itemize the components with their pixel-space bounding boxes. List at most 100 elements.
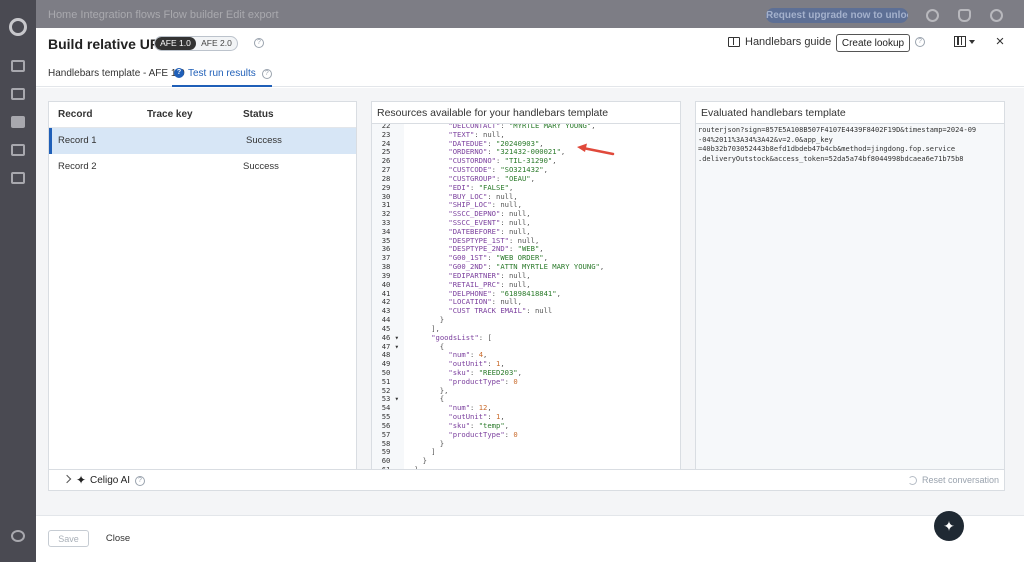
line-number: 38 (381, 262, 399, 272)
close-icon[interactable]: × (994, 34, 1006, 49)
json-code-editor[interactable]: 22 "DELCONTACT": "MYRTLE MARY YOUNG", 23 … (372, 124, 680, 475)
code-text: "DATEDUE": "20240903", (448, 138, 544, 148)
code-line: 46 ▾ "goodsList": [ (372, 333, 680, 342)
evaluated-output[interactable]: routerjson?sign=857E5A108B507F4107E4439F… (696, 124, 1004, 475)
code-line: 34 "DATEBEFORE": null, (372, 226, 680, 236)
line-number: 24 (381, 138, 399, 148)
line-number: 28 (381, 173, 399, 183)
tab-test-run-results[interactable]: ? Test run results ? (172, 68, 272, 87)
celigo-logo-icon (9, 18, 27, 36)
help-icon[interactable]: ? (261, 69, 272, 79)
record-name: Record 2 (58, 161, 97, 172)
handlebars-guide-link[interactable]: Handlebars guide (728, 36, 831, 48)
code-text: ], (431, 323, 440, 333)
save-button[interactable]: Save (48, 530, 89, 547)
celigo-ai-bar[interactable]: ✦ Celigo AI ? Reset conversation (48, 469, 1005, 491)
table-row[interactable]: Record 2 Success (49, 154, 356, 180)
line-number: 47 ▾ (381, 341, 399, 351)
code-text: "EDI": "FALSE", (448, 182, 514, 192)
help-icon[interactable]: ? (135, 476, 145, 486)
code-text: "CUSTGROUP": "OEAU", (448, 173, 535, 183)
line-number: 50 (381, 367, 399, 377)
code-line: 58 } (372, 439, 680, 448)
record-status: Success (243, 161, 279, 172)
code-line: 57 "productType": 0 (372, 429, 680, 439)
reset-conversation-button[interactable]: Reset conversation (908, 475, 999, 485)
tools-icon (11, 88, 25, 100)
code-line: 48 "num": 4, (372, 350, 680, 359)
code-text: { (439, 394, 445, 404)
code-line: 31 "SHIP_LOC": null, (372, 200, 680, 210)
line-number: 44 (381, 315, 399, 325)
code-text: "productType": 0 (448, 429, 518, 439)
line-number: 23 (381, 129, 399, 139)
line-number: 33 (381, 218, 399, 228)
line-number: 51 (381, 376, 399, 386)
line-number: 59 (381, 447, 399, 457)
tab-label: Handlebars template - AFE 1.0 (48, 68, 185, 79)
help-icon[interactable]: ? (254, 38, 264, 48)
code-text: "LOCATION": null, (448, 297, 522, 307)
table-row[interactable]: Record 1 Success (49, 128, 356, 154)
lookup-help-icon[interactable]: ? (915, 37, 925, 47)
ai-assistant-sparkle-icon[interactable]: ✦ (934, 511, 964, 541)
line-number: 43 (381, 306, 399, 316)
resources-panel: Resources available for your handlebars … (371, 101, 681, 476)
line-number: 37 (381, 253, 399, 263)
layout-menu-button[interactable] (954, 36, 975, 47)
code-line: 53 ▾ { (372, 394, 680, 404)
flows-icon (11, 116, 25, 128)
tab-label: Test run results (188, 68, 256, 79)
line-number: 35 (381, 235, 399, 245)
code-text: "SHIP_LOC": null, (448, 200, 522, 210)
code-line: 45 ], (372, 323, 680, 333)
record-name: Record 1 (58, 135, 97, 146)
code-text: "SSCC_EVENT": null, (448, 218, 531, 228)
columns-layout-icon (954, 36, 966, 47)
column-header-trace-key: Trace key (147, 109, 193, 120)
line-number: 41 (381, 288, 399, 298)
code-line: 56 "sku": "temp", (372, 420, 680, 430)
afe-2-option[interactable]: AFE 2.0 (196, 37, 237, 50)
record-status: Success (246, 135, 282, 146)
info-icon: ? (174, 68, 184, 78)
expand-nav-icon (11, 530, 25, 542)
code-line: 40 "RETAIL_PRC": null, (372, 279, 680, 289)
code-text: "RETAIL_PRC": null, (448, 279, 531, 289)
chevron-right-icon[interactable] (62, 474, 72, 484)
afe-version-toggle[interactable]: AFE 1.0 AFE 2.0 (154, 36, 238, 51)
code-line: 52 }, (372, 386, 680, 395)
close-button[interactable]: Close (98, 530, 138, 547)
handlebars-guide-label: Handlebars guide (745, 36, 832, 48)
annotation-arrow-icon (577, 143, 615, 156)
code-text: "ORDERNO": "321432-000021", (448, 147, 566, 157)
help-icon (926, 9, 939, 22)
code-text: "outUnit": 1, (448, 359, 505, 369)
marketplace-icon (11, 172, 25, 184)
code-line: 41 "DELPHONE": "61898418841", (372, 288, 680, 298)
tab-handlebars-template[interactable]: Handlebars template - AFE 1.0 (48, 68, 185, 87)
code-text: "DATEBEFORE": null, (448, 226, 531, 236)
code-line: 39 "EDIPARTNER": null, (372, 271, 680, 280)
line-number: 26 (381, 156, 399, 166)
code-text: "DESPTYPE_2ND": "WEB", (448, 244, 544, 254)
code-text: "TEXT": null, (448, 129, 505, 139)
code-line: 36 "DESPTYPE_2ND": "WEB", (372, 244, 680, 254)
tab-bar: Handlebars template - AFE 1.0 ? Test run… (36, 64, 1024, 87)
code-line: 59 ] (372, 447, 680, 457)
code-line: 23 "TEXT": null, (372, 129, 680, 139)
breadcrumb: Home Integration flows Flow builder Edit… (48, 9, 279, 21)
code-line: 26 "CUSTORDNO": "TIL-31290", (372, 156, 680, 166)
code-line: 49 "outUnit": 1, (372, 359, 680, 369)
line-number: 53 ▾ (381, 394, 399, 404)
line-number: 56 (381, 420, 399, 430)
afe-1-option[interactable]: AFE 1.0 (155, 37, 196, 50)
code-line: 37 "G00_1ST": "WEB ORDER", (372, 253, 680, 263)
code-line: 55 "outUnit": 1, (372, 412, 680, 421)
create-lookup-button[interactable]: Create lookup (836, 34, 910, 52)
line-number: 60 (381, 456, 399, 466)
modal-title: Build relative URI (48, 36, 164, 52)
code-text: "G00_2ND": "ATTN MYRTLE MARY YOUNG", (448, 262, 605, 272)
code-text: "DELPHONE": "61898418841", (448, 288, 561, 298)
evaluated-panel-title: Evaluated handlebars template (696, 102, 1004, 124)
